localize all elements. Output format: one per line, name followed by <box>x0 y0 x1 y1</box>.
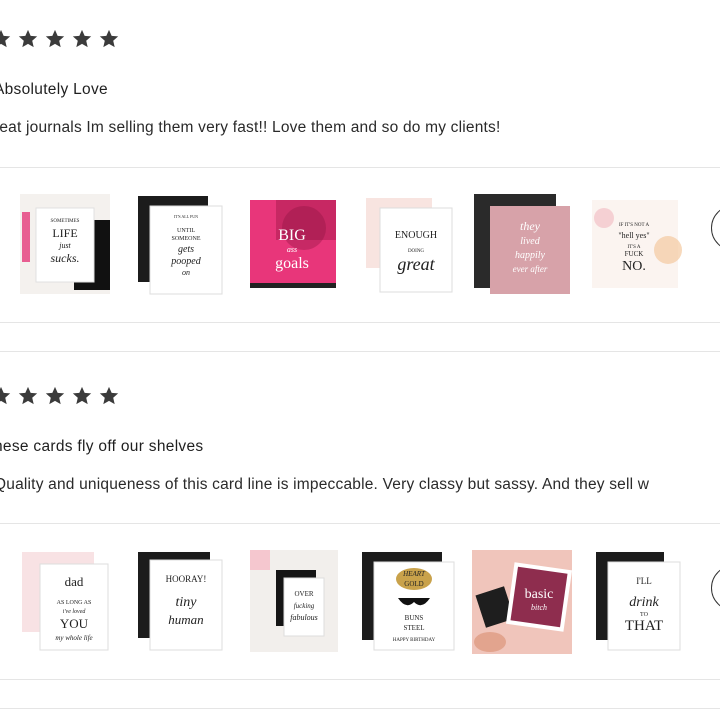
card-line: NO. <box>622 259 646 274</box>
card-line: on <box>182 268 190 277</box>
divider <box>0 322 720 323</box>
review-2: hese cards fly off our shelves Quality a… <box>0 360 720 560</box>
card-line: they <box>520 219 541 233</box>
reviews-page: Absolutely Love reat journals Im selling… <box>0 0 720 720</box>
product-thumbnail[interactable]: ENOUGH DOING great <box>362 190 462 300</box>
card-line: AS LONG AS <box>57 600 92 606</box>
product-thumbnail[interactable]: IF IT'S NOT A "hell yes" IT'S A FUCK NO. <box>588 190 688 300</box>
card-line: BIG <box>278 227 306 244</box>
card-line: tiny <box>176 595 198 610</box>
card-line: pooped <box>170 256 201 267</box>
review-body: Quality and uniqueness of this card line… <box>0 476 650 493</box>
card-line: LIFE <box>52 226 77 240</box>
star-icon <box>17 28 39 50</box>
card-line: happily <box>515 250 546 261</box>
card-line: basic <box>525 587 554 602</box>
divider <box>0 167 720 168</box>
card-line: "hell yes" <box>618 231 649 240</box>
card-line: goals <box>275 255 309 272</box>
star-icon <box>44 28 66 50</box>
card-line: OVER <box>294 590 313 598</box>
star-rating <box>0 385 120 407</box>
card-line: IT'S ALL FUN <box>174 214 198 219</box>
card-line: SOMEONE <box>171 236 200 242</box>
card-line: ever after <box>513 264 548 274</box>
star-icon <box>0 385 12 407</box>
card-line: HEART <box>402 570 426 578</box>
star-icon <box>44 385 66 407</box>
product-thumbnail[interactable]: dad AS LONG AS i've loved YOU my whole l… <box>14 546 114 656</box>
card-line: sucks. <box>51 251 80 265</box>
card-line: YOU <box>60 616 89 631</box>
card-line: human <box>168 612 203 627</box>
carousel-next-button[interactable] <box>711 205 720 251</box>
divider <box>0 708 720 709</box>
product-thumbnail[interactable]: SOMETIMES LIFE just sucks. <box>12 190 112 300</box>
star-icon <box>98 28 120 50</box>
card-line: i've loved <box>63 609 87 615</box>
card-line: fabulous <box>290 613 318 622</box>
star-icon <box>98 385 120 407</box>
divider <box>0 523 720 524</box>
card-line: THAT <box>625 618 663 634</box>
card-line: fucking <box>294 602 315 610</box>
review-title: Absolutely Love <box>0 81 108 98</box>
card-line: BUNS <box>405 614 424 622</box>
card-line: STEEL <box>404 624 425 632</box>
card-line: great <box>397 254 435 274</box>
review-title: hese cards fly off our shelves <box>0 438 204 455</box>
card-line: bitch <box>531 603 547 612</box>
divider <box>0 679 720 680</box>
product-thumbnail[interactable]: BIG ass goals <box>246 190 346 300</box>
card-line: dad <box>65 574 84 589</box>
card-line: UNTIL <box>177 228 195 234</box>
product-thumbnail[interactable]: OVER fucking fabulous <box>246 546 346 656</box>
product-thumbnail[interactable]: basic bitch <box>472 546 576 656</box>
star-icon <box>17 385 39 407</box>
card-line: SOMETIMES <box>51 219 80 224</box>
card-line: I'LL <box>636 576 652 586</box>
card-line: lived <box>520 236 540 247</box>
product-thumbnail[interactable]: they lived happily ever after <box>470 190 570 300</box>
card-line: ass <box>287 245 297 254</box>
star-icon <box>71 385 93 407</box>
product-thumbnail[interactable]: IT'S ALL FUN UNTIL SOMEONE gets pooped o… <box>130 190 230 300</box>
star-icon <box>0 28 12 50</box>
card-line: gets <box>178 244 194 255</box>
card-line: HAPPY BIRTHDAY <box>393 638 436 643</box>
card-line: ENOUGH <box>395 230 437 241</box>
star-rating <box>0 28 120 50</box>
product-thumbnail[interactable]: HOORAY! tiny human <box>132 546 232 656</box>
product-thumbnail[interactable]: I'LL drink TO THAT <box>590 546 690 656</box>
divider <box>0 351 720 352</box>
card-line: GOLD <box>404 580 423 588</box>
card-line: my whole life <box>55 634 92 642</box>
product-carousel: SOMETIMES LIFE just sucks. IT'S ALL FUN … <box>0 190 720 310</box>
card-line: HOORAY! <box>166 574 207 584</box>
carousel-next-button[interactable] <box>711 565 720 611</box>
card-line: just <box>58 241 71 250</box>
product-thumbnail[interactable]: HEART GOLD BUNS STEEL HAPPY BIRTHDAY <box>358 546 458 656</box>
review-body: reat journals Im selling them very fast!… <box>0 119 501 136</box>
card-line: FUCK <box>625 250 644 258</box>
product-carousel: dad AS LONG AS i've loved YOU my whole l… <box>0 546 720 666</box>
card-line: IF IT'S NOT A <box>619 223 650 228</box>
star-icon <box>71 28 93 50</box>
card-line: drink <box>629 595 659 610</box>
